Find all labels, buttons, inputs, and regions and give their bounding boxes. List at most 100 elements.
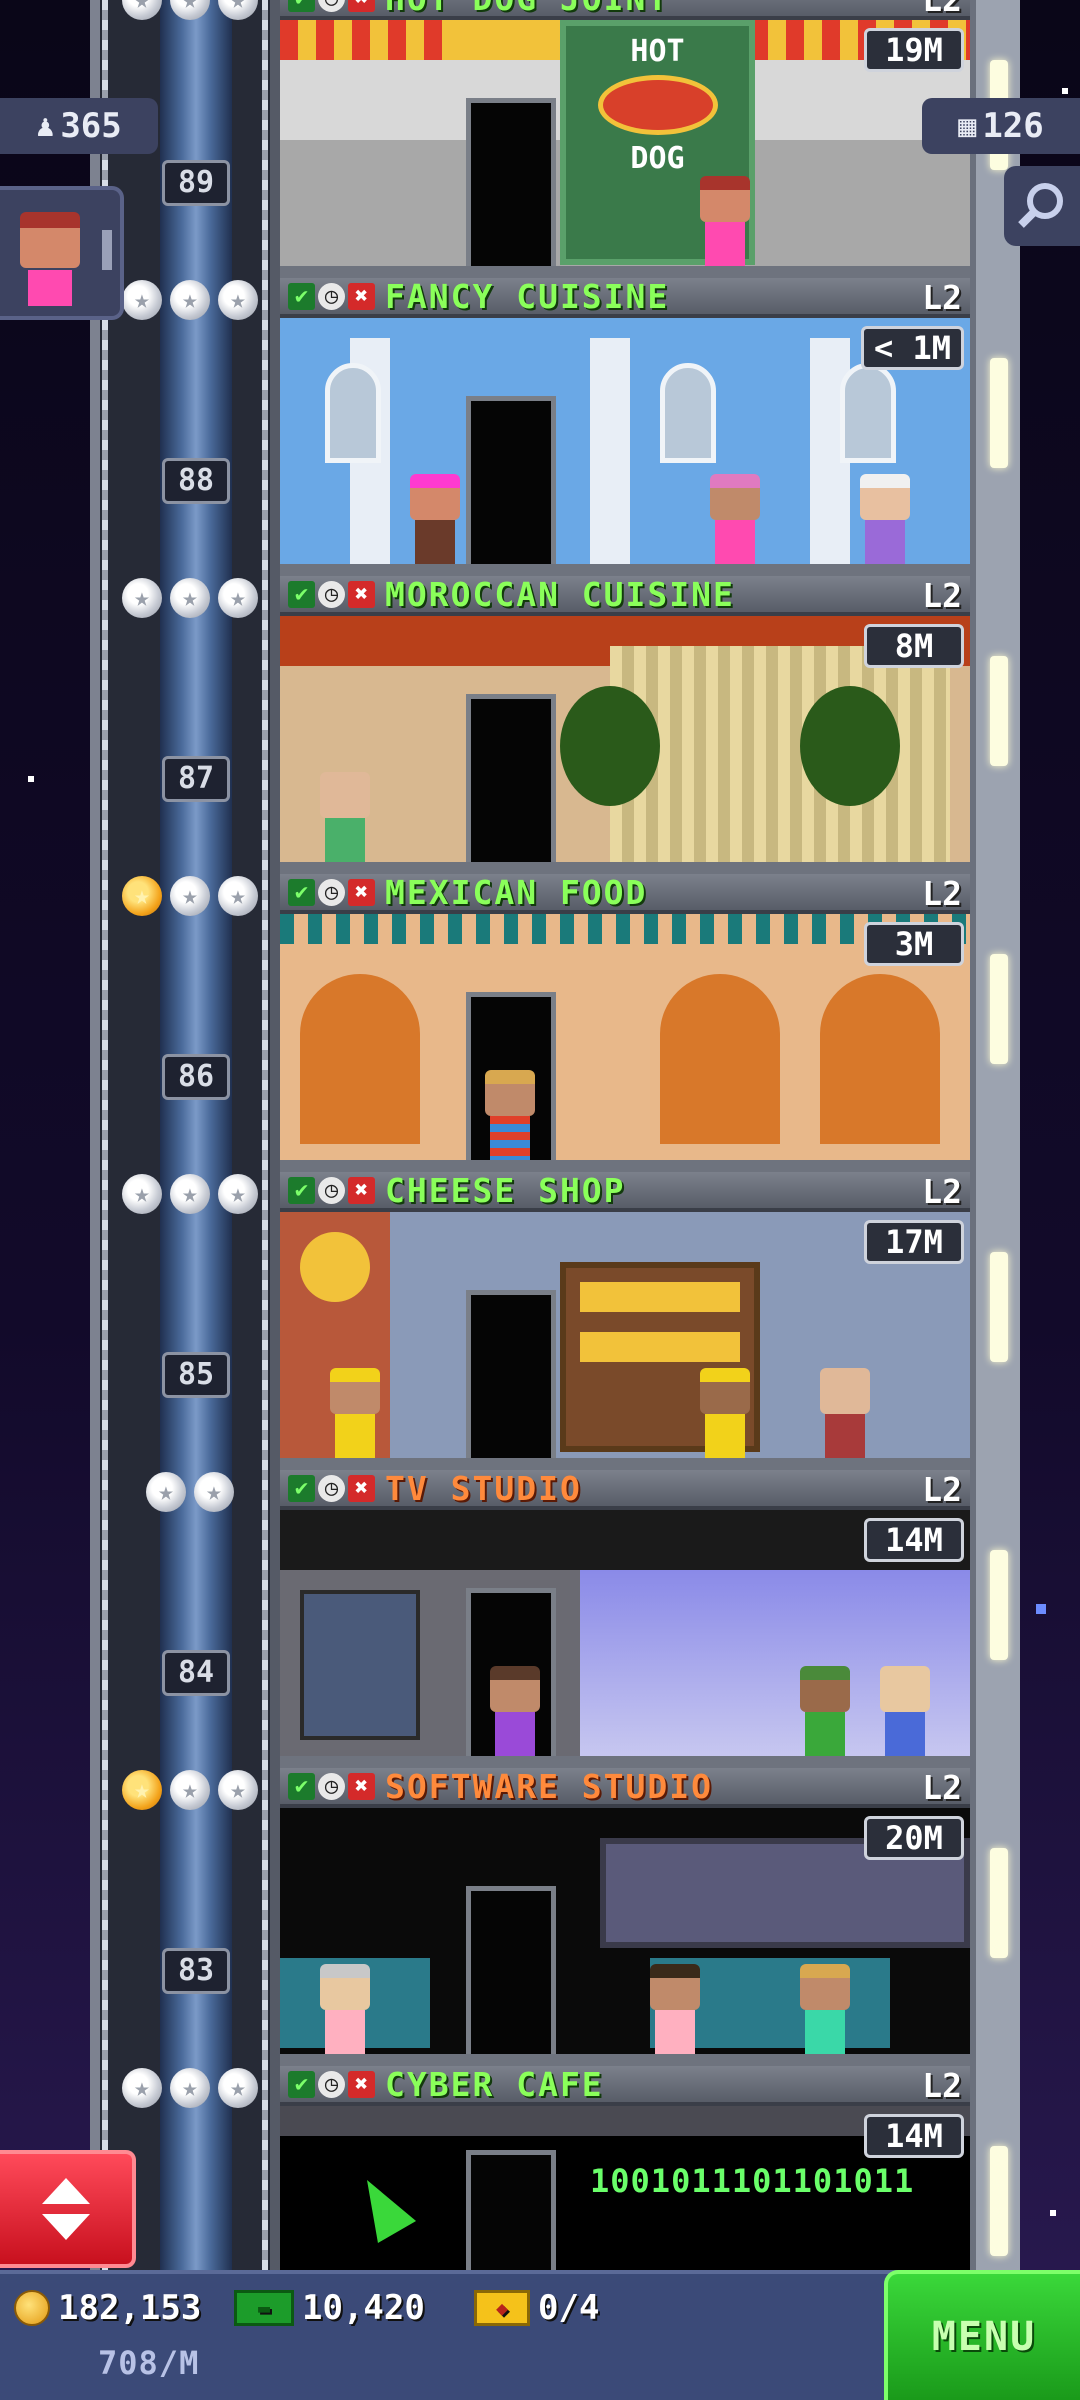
floor-number: 83	[162, 1948, 230, 1994]
star-rating: ★ ★ ★	[122, 0, 258, 24]
close-icon[interactable]: ✖	[348, 2070, 375, 2098]
star-icon: ★	[170, 1174, 210, 1214]
floor-header: ✔ ◷ ✖ MEXICAN FOOD L2	[280, 874, 970, 914]
clock-icon[interactable]: ◷	[318, 878, 345, 906]
floor-number: 86	[162, 1054, 230, 1100]
floor-software-studio[interactable]: ✔ ◷ ✖ SOFTWARE STUDIO L2 20M	[280, 1768, 970, 2066]
close-icon[interactable]: ✖	[348, 878, 375, 906]
floor-name: SOFTWARE STUDIO	[385, 1768, 714, 1806]
floor-mexican-food[interactable]: ✔ ◷ ✖ MEXICAN FOOD L2 3M	[280, 874, 970, 1172]
floor-name: FANCY CUISINE	[385, 278, 670, 316]
check-icon[interactable]: ✔	[288, 0, 315, 12]
clock-icon[interactable]: ◷	[318, 1176, 345, 1204]
cursor-icon	[347, 2169, 417, 2243]
close-icon[interactable]: ✖	[348, 1474, 375, 1502]
check-icon[interactable]: ✔	[288, 282, 315, 310]
star-decoration	[28, 776, 34, 782]
income-rate: 708/M	[98, 2344, 200, 2382]
resident[interactable]	[710, 474, 760, 564]
close-icon[interactable]: ✖	[348, 1772, 375, 1800]
star-icon: ★	[194, 1472, 234, 1512]
clock-icon[interactable]: ◷	[318, 0, 345, 12]
gold-star-icon: ★	[122, 1770, 162, 1810]
floor-income-badge: 8M	[864, 624, 964, 668]
avatar-button[interactable]	[0, 186, 124, 320]
star-rating: ★ ★ ★	[122, 280, 258, 324]
tickets-display[interactable]: ◆ 0/4	[474, 2288, 599, 2328]
clock-icon[interactable]: ◷	[318, 1772, 345, 1800]
resident[interactable]	[800, 1964, 850, 2054]
floor-header: ✔ ◷ ✖ CYBER CAFE L2	[280, 2066, 970, 2106]
star-icon: ★	[170, 876, 210, 916]
floor-header: ✔ ◷ ✖ TV STUDIO L2	[280, 1470, 970, 1510]
floor-cheese-shop[interactable]: ✔ ◷ ✖ CHEESE SHOP L2 17M	[280, 1172, 970, 1470]
resident[interactable]	[320, 1964, 370, 2054]
gold-star-icon: ★	[122, 876, 162, 916]
star-icon: ★	[170, 280, 210, 320]
resident[interactable]	[700, 1368, 750, 1458]
floor-name: HOT DOG JOINT	[385, 0, 669, 18]
check-icon[interactable]: ✔	[288, 1772, 315, 1800]
clock-icon[interactable]: ◷	[318, 2070, 345, 2098]
resident[interactable]	[320, 772, 370, 862]
population-count: 365	[60, 106, 122, 146]
building-icon: ▦	[958, 108, 977, 144]
resident[interactable]	[860, 474, 910, 564]
floor-cyber-cafe[interactable]: ✔ ◷ ✖ CYBER CAFE L2 1001011101101011 14M	[280, 2066, 970, 2270]
close-icon[interactable]: ✖	[348, 580, 375, 608]
star-icon: ★	[218, 876, 258, 916]
floor-income-badge: < 1M	[860, 326, 964, 370]
bux-display[interactable]: ▬ 10,420	[234, 2288, 425, 2328]
check-icon[interactable]: ✔	[288, 1474, 315, 1502]
resident[interactable]	[485, 1070, 535, 1160]
clock-icon[interactable]: ◷	[318, 282, 345, 310]
check-icon[interactable]: ✔	[288, 2070, 315, 2098]
bux-value: 10,420	[302, 2288, 425, 2328]
star-rating: ★ ★ ★	[122, 2068, 258, 2112]
floor-number: 87	[162, 756, 230, 802]
clock-icon[interactable]: ◷	[318, 580, 345, 608]
resident[interactable]	[650, 1964, 700, 2054]
resident[interactable]	[330, 1368, 380, 1458]
resident[interactable]	[820, 1368, 870, 1458]
resident[interactable]	[490, 1666, 540, 1756]
resident[interactable]	[700, 176, 750, 266]
check-icon[interactable]: ✔	[288, 878, 315, 906]
floor-header: ✔ ◷ ✖ SOFTWARE STUDIO L2	[280, 1768, 970, 1808]
star-icon: ★	[218, 1770, 258, 1810]
elevator-shaft[interactable]: 89 88 87 86 85 84 83	[90, 0, 280, 2384]
resident[interactable]	[410, 474, 460, 564]
star-icon: ★	[218, 280, 258, 320]
floor-moroccan-cuisine[interactable]: ✔ ◷ ✖ MOROCCAN CUISINE L2 8M	[280, 576, 970, 874]
star-rating: ★ ★ ★	[122, 578, 258, 622]
population-badge[interactable]: ♟ 365	[0, 98, 158, 154]
close-icon[interactable]: ✖	[348, 1176, 375, 1204]
floor-fancy-cuisine[interactable]: ✔ ◷ ✖ FANCY CUISINE L2 < 1M	[280, 278, 970, 576]
sign-text: DOG	[630, 141, 685, 176]
star-icon: ★	[218, 1174, 258, 1214]
floor-income-badge: 3M	[864, 922, 964, 966]
floor-number: 85	[162, 1352, 230, 1398]
star-rating: ★ ★ ★	[122, 1770, 258, 1814]
check-icon[interactable]: ✔	[288, 580, 315, 608]
check-icon[interactable]: ✔	[288, 1176, 315, 1204]
menu-button[interactable]: MENU	[884, 2270, 1080, 2400]
search-icon	[1018, 183, 1063, 228]
search-button[interactable]	[1004, 166, 1080, 246]
coins-display: 182,153	[14, 2288, 201, 2328]
resident[interactable]	[880, 1666, 930, 1756]
elevator-button[interactable]	[0, 2150, 136, 2268]
star-decoration	[1050, 2210, 1056, 2216]
clock-icon[interactable]: ◷	[318, 1474, 345, 1502]
close-icon[interactable]: ✖	[348, 282, 375, 310]
floor-count-badge[interactable]: ▦ 126	[922, 98, 1080, 154]
resident[interactable]	[800, 1666, 850, 1756]
floor-header: ✔ ◷ ✖ FANCY CUISINE L2	[280, 278, 970, 318]
floor-name: MEXICAN FOOD	[385, 874, 648, 912]
star-icon: ★	[170, 2068, 210, 2108]
floor-number: 89	[162, 160, 230, 206]
floor-hot-dog-joint[interactable]: ✔ ◷ ✖ HOT DOG JOINT L2 HOT DOG 19M	[280, 0, 970, 278]
floor-count: 126	[982, 106, 1044, 146]
floor-tv-studio[interactable]: ✔ ◷ ✖ TV STUDIO L2 14M	[280, 1470, 970, 1768]
close-icon[interactable]: ✖	[348, 0, 375, 12]
